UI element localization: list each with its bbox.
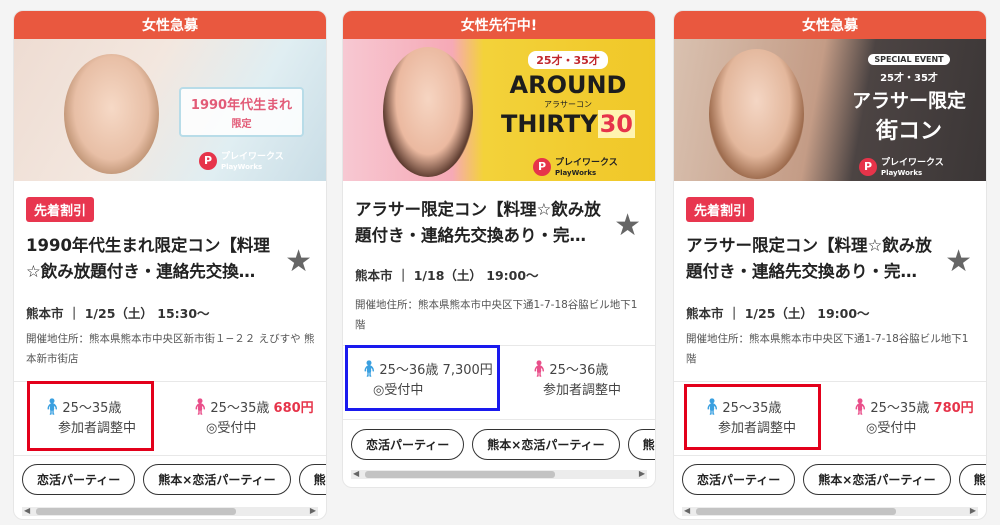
- tag-list: 恋活パーティー 熊本×恋活パーティー 熊: [22, 464, 326, 495]
- scroll-right-arrow-icon[interactable]: ▶: [639, 469, 645, 478]
- card-banner: 女性急募: [14, 11, 326, 39]
- event-image-headline: SPECIAL EVENT 25才・35才 アラサー限定 街コン: [851, 54, 966, 144]
- star-icon[interactable]: ★: [945, 244, 972, 279]
- female-capacity: 🧍︎25〜36歳 参加者調整中: [529, 359, 622, 398]
- divider: [674, 381, 986, 382]
- female-capacity: 🧍︎25〜35歳 680円 ◎受付中: [190, 397, 314, 436]
- event-location: 熊本市: [355, 268, 393, 283]
- scrollbar-thumb[interactable]: [36, 508, 236, 515]
- playworks-logo: P プレイワークス PlayWorks: [533, 155, 618, 178]
- divider: [14, 455, 326, 456]
- tag-list: 恋活パーティー 熊本×恋活パーティー 熊: [682, 464, 986, 495]
- highlight-box-blue: [345, 345, 500, 411]
- event-address: 開催地住所：熊本県熊本市中央区新市街１−２２ えびすや 熊本新市街店: [26, 333, 315, 365]
- event-date: 1/25（土）: [84, 306, 153, 321]
- event-meta: 熊本市 ｜ 1/25（土） 19:00〜: [686, 306, 870, 321]
- female-person-icon: 🧍︎: [529, 359, 550, 378]
- event-image[interactable]: SPECIAL EVENT 25才・35才 アラサー限定 街コン P プレイワーク…: [674, 39, 986, 181]
- tag-list: 恋活パーティー 熊本×恋活パーティー 熊: [351, 429, 655, 460]
- event-title[interactable]: 1990年代生まれ限定コン【料理☆飲み放題付き・連絡先交換…: [26, 233, 284, 285]
- event-time: 19:00〜: [817, 306, 870, 321]
- event-meta: 熊本市 ｜ 1/18（土） 19:00〜: [355, 268, 539, 283]
- card-banner: 女性急募: [674, 11, 986, 39]
- scroll-left-arrow-icon[interactable]: ◀: [684, 506, 690, 515]
- event-address: 開催地住所：熊本県熊本市中央区下通1-7-18谷脇ビル地下1階: [355, 299, 638, 331]
- scroll-left-arrow-icon[interactable]: ◀: [353, 469, 359, 478]
- scrollbar-thumb[interactable]: [696, 508, 896, 515]
- event-title[interactable]: アラサー限定コン【料理☆飲み放題付き・連絡先交換あり・完…: [686, 233, 944, 285]
- divider: [674, 455, 986, 456]
- woman-photo: [709, 49, 804, 179]
- tag-chip[interactable]: 恋活パーティー: [22, 464, 136, 495]
- event-address: 開催地住所：熊本県熊本市中央区下通1-7-18谷脇ビル地下1階: [686, 333, 969, 365]
- scrollbar-thumb[interactable]: [365, 471, 555, 478]
- tag-chip[interactable]: 熊本×恋活パーティー: [472, 429, 620, 460]
- event-time: 15:30〜: [157, 306, 210, 321]
- female-capacity: 🧍︎25〜35歳 780円 ◎受付中: [850, 397, 974, 436]
- tag-chip[interactable]: 熊: [627, 429, 655, 460]
- horizontal-scrollbar[interactable]: ◀ ▶: [682, 506, 978, 516]
- playworks-logo: P プレイワークス PlayWorks: [199, 149, 284, 172]
- event-image-headline: 25才・35才 AROUND アラサーコン THIRTY30: [493, 49, 643, 138]
- event-card-2[interactable]: 女性先行中! 25才・35才 AROUND アラサーコン THIRTY30 Pプ…: [342, 10, 656, 488]
- tag-chip[interactable]: 恋活パーティー: [682, 464, 796, 495]
- scroll-left-arrow-icon[interactable]: ◀: [24, 506, 30, 515]
- event-date: 1/25（土）: [744, 306, 813, 321]
- tag-chip[interactable]: 熊: [958, 464, 986, 495]
- horizontal-scrollbar[interactable]: ◀ ▶: [351, 469, 647, 479]
- card-banner: 女性先行中!: [343, 11, 655, 39]
- female-person-icon: 🧍︎: [850, 397, 871, 416]
- female-person-icon: 🧍︎: [190, 397, 211, 416]
- event-date: 1/18（土）: [413, 268, 482, 283]
- star-icon[interactable]: ★: [285, 244, 312, 279]
- event-image[interactable]: 1990年代生まれ 限定 P プレイワークス PlayWorks: [14, 39, 326, 181]
- event-image-headline: 1990年代生まれ 限定: [179, 87, 304, 137]
- event-location: 熊本市: [686, 306, 724, 321]
- tag-chip[interactable]: 熊: [298, 464, 326, 495]
- woman-photo: [64, 54, 159, 174]
- scroll-right-arrow-icon[interactable]: ▶: [310, 506, 316, 515]
- event-location: 熊本市: [26, 306, 64, 321]
- event-meta: 熊本市 ｜ 1/25（土） 15:30〜: [26, 306, 210, 321]
- playworks-logo: P プレイワークス PlayWorks: [859, 155, 944, 178]
- tag-chip[interactable]: 恋活パーティー: [351, 429, 465, 460]
- scroll-right-arrow-icon[interactable]: ▶: [970, 506, 976, 515]
- highlight-box-red: [27, 381, 154, 451]
- star-icon[interactable]: ★: [614, 208, 641, 243]
- discount-badge: 先着割引: [26, 197, 95, 222]
- event-title[interactable]: アラサー限定コン【料理☆飲み放題付き・連絡先交換あり・完…: [355, 197, 613, 249]
- event-image[interactable]: 25才・35才 AROUND アラサーコン THIRTY30 P プレイワークス P…: [343, 39, 655, 181]
- horizontal-scrollbar[interactable]: ◀ ▶: [22, 506, 318, 516]
- event-time: 19:00〜: [486, 268, 539, 283]
- tag-chip[interactable]: 熊本×恋活パーティー: [143, 464, 291, 495]
- tag-chip[interactable]: 熊本×恋活パーティー: [803, 464, 951, 495]
- divider: [343, 419, 655, 420]
- woman-photo: [383, 47, 473, 177]
- discount-badge: 先着割引: [686, 197, 755, 222]
- highlight-box-red: [684, 384, 821, 450]
